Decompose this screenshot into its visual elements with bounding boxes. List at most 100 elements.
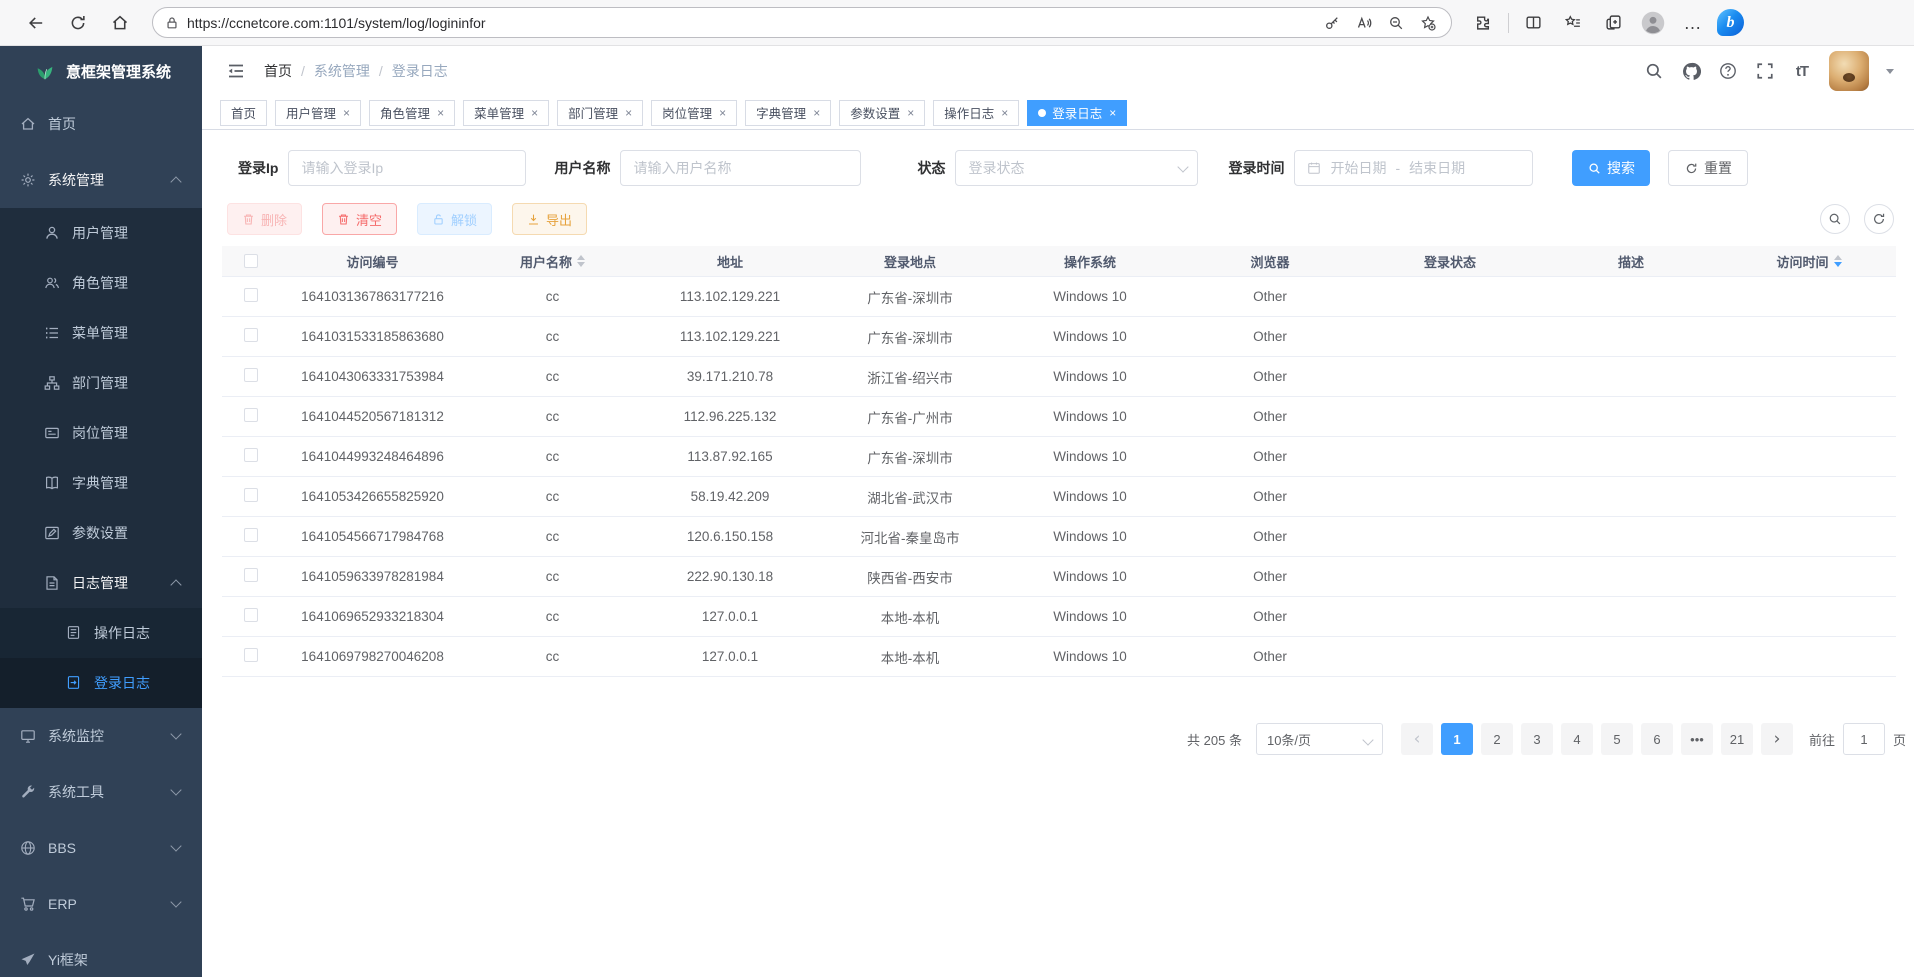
close-icon[interactable]: × <box>437 106 444 120</box>
sidebar-item-operation-log[interactable]: 操作日志 <box>0 608 202 658</box>
tab-dept-mgmt[interactable]: 部门管理× <box>557 100 643 126</box>
browser-back-icon[interactable] <box>20 7 52 39</box>
breadcrumb-home[interactable]: 首页 <box>264 61 292 81</box>
close-icon[interactable]: × <box>625 106 632 120</box>
row-checkbox[interactable] <box>244 528 258 542</box>
password-key-icon[interactable] <box>1319 10 1345 36</box>
split-screen-icon[interactable] <box>1517 7 1549 39</box>
address-bar[interactable]: https://ccnetcore.com:1101/system/log/lo… <box>152 7 1452 38</box>
close-icon[interactable]: × <box>813 106 820 120</box>
row-checkbox[interactable] <box>244 568 258 582</box>
unlock-button[interactable]: 解锁 <box>417 203 492 235</box>
page-button-1[interactable]: 1 <box>1441 723 1473 755</box>
row-checkbox[interactable] <box>244 328 258 342</box>
tab-home[interactable]: 首页 <box>220 100 267 126</box>
app-logo[interactable]: 意框架管理系统 <box>0 46 202 96</box>
page-button-4[interactable]: 4 <box>1561 723 1593 755</box>
export-button[interactable]: 导出 <box>512 203 587 235</box>
ip-input[interactable] <box>301 160 513 176</box>
close-icon[interactable]: × <box>531 106 538 120</box>
status-select[interactable]: 登录状态 <box>955 150 1198 186</box>
close-icon[interactable]: × <box>719 106 726 120</box>
font-size-icon[interactable]: tT <box>1792 61 1812 81</box>
more-pages-button[interactable]: ••• <box>1681 723 1713 755</box>
tab-login-log[interactable]: 登录日志× <box>1027 100 1127 126</box>
sidebar-item-post-mgmt[interactable]: 岗位管理 <box>0 408 202 458</box>
sidebar-item-home[interactable]: 首页 <box>0 96 202 152</box>
sidebar-item-system-monitor[interactable]: 系统监控 <box>0 708 202 764</box>
row-checkbox[interactable] <box>244 448 258 462</box>
sidebar-item-login-log[interactable]: 登录日志 <box>0 658 202 708</box>
sidebar-item-log-mgmt[interactable]: 日志管理 <box>0 558 202 608</box>
user-avatar[interactable] <box>1829 51 1869 91</box>
help-icon[interactable] <box>1718 61 1738 81</box>
close-icon[interactable]: × <box>907 106 914 120</box>
col-username[interactable]: 用户名称 <box>465 251 640 271</box>
avatar-caret-icon[interactable] <box>1886 69 1894 78</box>
sidebar-item-dict-mgmt[interactable]: 字典管理 <box>0 458 202 508</box>
browser-refresh-icon[interactable] <box>62 7 94 39</box>
tab-operation-log[interactable]: 操作日志× <box>933 100 1019 126</box>
row-checkbox[interactable] <box>244 368 258 382</box>
tab-dict-mgmt[interactable]: 字典管理× <box>745 100 831 126</box>
clear-button[interactable]: 清空 <box>322 203 397 235</box>
refresh-table-button[interactable] <box>1864 204 1894 234</box>
sidebar-item-system-mgmt[interactable]: 系统管理 <box>0 152 202 208</box>
page-button-5[interactable]: 5 <box>1601 723 1633 755</box>
username-input[interactable] <box>633 160 848 176</box>
sort-icon[interactable] <box>577 251 585 271</box>
date-start[interactable]: 开始日期 <box>1330 158 1386 178</box>
col-visit-time[interactable]: 访问时间 <box>1722 251 1896 271</box>
toggle-search-button[interactable] <box>1820 204 1850 234</box>
row-checkbox[interactable] <box>244 288 258 302</box>
sidebar-item-erp[interactable]: ERP <box>0 876 202 932</box>
search-button[interactable]: 搜索 <box>1572 150 1650 186</box>
sidebar-item-system-tools[interactable]: 系统工具 <box>0 764 202 820</box>
date-end[interactable]: 结束日期 <box>1409 158 1465 178</box>
page-button-3[interactable]: 3 <box>1521 723 1553 755</box>
row-checkbox[interactable] <box>244 648 258 662</box>
sidebar-item-param-settings[interactable]: 参数设置 <box>0 508 202 558</box>
prev-page-button[interactable]: ‹ <box>1401 723 1433 755</box>
fullscreen-icon[interactable] <box>1755 61 1775 81</box>
close-icon[interactable]: × <box>1001 106 1008 120</box>
browser-home-icon[interactable] <box>104 7 136 39</box>
github-icon[interactable] <box>1681 61 1701 81</box>
page-button-2[interactable]: 2 <box>1481 723 1513 755</box>
row-checkbox[interactable] <box>244 608 258 622</box>
sidebar-item-menu-mgmt[interactable]: 菜单管理 <box>0 308 202 358</box>
add-favorite-icon[interactable] <box>1415 10 1441 36</box>
read-aloud-icon[interactable] <box>1351 10 1377 36</box>
sort-icon[interactable] <box>1834 251 1842 271</box>
browser-profile-icon[interactable] <box>1637 7 1669 39</box>
collections-icon[interactable] <box>1597 7 1629 39</box>
row-checkbox[interactable] <box>244 488 258 502</box>
delete-button[interactable]: 删除 <box>227 203 302 235</box>
header-search-icon[interactable] <box>1644 61 1664 81</box>
tab-role-mgmt[interactable]: 角色管理× <box>369 100 455 126</box>
tab-user-mgmt[interactable]: 用户管理× <box>275 100 361 126</box>
sidebar-item-dept-mgmt[interactable]: 部门管理 <box>0 358 202 408</box>
extensions-icon[interactable] <box>1466 7 1498 39</box>
close-icon[interactable]: × <box>1109 106 1116 120</box>
page-size-select[interactable]: 10条/页 <box>1256 723 1383 755</box>
copilot-icon[interactable]: b <box>1717 9 1744 36</box>
sidebar-collapse-icon[interactable] <box>226 61 246 81</box>
sidebar-item-user-mgmt[interactable]: 用户管理 <box>0 208 202 258</box>
date-range-picker[interactable]: 开始日期 - 结束日期 <box>1294 150 1533 186</box>
reset-button[interactable]: 重置 <box>1668 150 1748 186</box>
sidebar-item-role-mgmt[interactable]: 角色管理 <box>0 258 202 308</box>
row-checkbox[interactable] <box>244 408 258 422</box>
sidebar-item-bbs[interactable]: BBS <box>0 820 202 876</box>
select-all-checkbox[interactable] <box>244 254 258 268</box>
close-icon[interactable]: × <box>343 106 350 120</box>
zoom-out-icon[interactable] <box>1383 10 1409 36</box>
favorites-icon[interactable] <box>1557 7 1589 39</box>
tab-post-mgmt[interactable]: 岗位管理× <box>651 100 737 126</box>
tab-menu-mgmt[interactable]: 菜单管理× <box>463 100 549 126</box>
next-page-button[interactable]: › <box>1761 723 1793 755</box>
tab-param-settings[interactable]: 参数设置× <box>839 100 925 126</box>
goto-page-input[interactable] <box>1843 723 1885 755</box>
browser-menu-icon[interactable]: … <box>1677 7 1709 39</box>
sidebar-item-yi-framework[interactable]: Yi框架 <box>0 932 202 977</box>
